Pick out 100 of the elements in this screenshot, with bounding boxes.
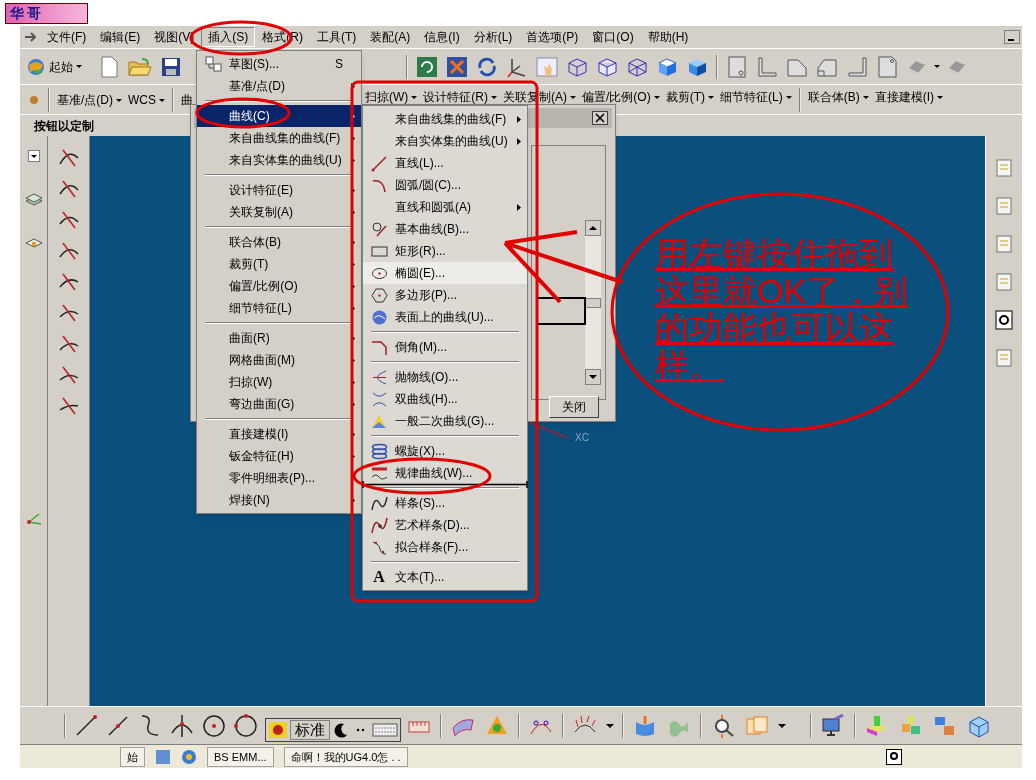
menu-item[interactable]: 直线和圆弧(A) (363, 196, 527, 218)
close-button[interactable]: 关闭 (549, 396, 599, 418)
menu-bar-item[interactable]: 窗口(O) (585, 27, 641, 47)
menu-item[interactable]: 直线(L)... (363, 152, 527, 174)
menu-item[interactable]: 拟合样条(F)... (363, 536, 527, 558)
menu-item[interactable]: 规律曲线(W)... (363, 462, 527, 484)
new-file-icon[interactable] (99, 55, 119, 78)
menu-item[interactable]: 双曲线(H)... (363, 388, 527, 410)
toolbar-menu-button[interactable]: 设计特征(R) (420, 88, 500, 106)
menu-item[interactable]: 艺术样条(D)... (363, 514, 527, 536)
menu-item[interactable]: 一般二次曲线(G)... (363, 410, 527, 432)
toolbar-menu-button[interactable]: 细节特征(L) (717, 88, 795, 106)
menu-item[interactable]: 草图(S)... S (197, 53, 361, 75)
scroll-thumb[interactable] (585, 297, 601, 308)
menu-item[interactable]: 弯边曲面(G) (197, 393, 361, 415)
refresh-icon[interactable] (416, 55, 438, 78)
close-icon[interactable] (592, 111, 608, 125)
save-icon[interactable] (161, 56, 181, 77)
help-icon[interactable] (995, 310, 1013, 330)
app-icon[interactable] (155, 748, 171, 765)
minimize-button[interactable] (1004, 30, 1020, 44)
menu-item[interactable]: 来自曲线集的曲线(F) (363, 108, 527, 130)
dropdown-caret-icon[interactable] (934, 65, 940, 68)
toolbar-menu-button[interactable]: 联合体(B) (804, 88, 872, 106)
menu-item[interactable]: 扫掠(W) (197, 371, 361, 393)
layers-icon[interactable] (24, 192, 43, 206)
menu-item[interactable]: 样条(S)... (363, 492, 527, 514)
menu-item[interactable]: 圆弧/圆(C)... (363, 174, 527, 196)
taskbar-button[interactable]: 命啊！我的UG4.0怎 . . (283, 746, 408, 767)
menu-bar-item[interactable]: 帮助(H) (640, 27, 696, 47)
menu-item[interactable]: 表面上的曲线(U)... (363, 306, 527, 328)
menu-item[interactable]: 裁剪(T) (197, 253, 361, 275)
menu-bar-item[interactable]: 编辑(E) (93, 27, 148, 47)
menu-item[interactable]: 直接建模(I) (197, 423, 361, 445)
ime-mode-button[interactable]: 标准 (290, 720, 330, 740)
coordinate-icon[interactable] (24, 510, 43, 526)
dropdown-caret-icon[interactable] (606, 723, 614, 728)
toolbar-menu-button[interactable]: 偏置/比例(O) (579, 88, 663, 106)
menu-bar-item[interactable]: 文件(F) (40, 27, 94, 47)
menu-item[interactable]: A 文本(T)... (363, 566, 527, 588)
menu-item[interactable]: 螺旋(X)... (363, 440, 527, 462)
toolbar-menu-button[interactable]: 直接建模(I) (871, 88, 946, 106)
dropdown-caret-icon[interactable] (27, 150, 40, 162)
surface-curve-icon (370, 308, 388, 326)
app-icon[interactable] (181, 748, 197, 765)
menu-item[interactable]: 偏置/比例(O) (197, 275, 361, 297)
monitor-icon[interactable] (821, 713, 845, 738)
scroll-down-button[interactable] (585, 369, 601, 385)
spline-icon (370, 494, 388, 512)
scrollbar[interactable] (585, 220, 601, 385)
toolbar-menu-button[interactable]: 曲 (178, 91, 196, 109)
menu-bar-item[interactable]: 分析(L) (466, 27, 520, 47)
layers-icon[interactable] (24, 236, 43, 250)
toolbar-menu-button[interactable]: 裁剪(T) (662, 88, 717, 106)
menu-item[interactable]: 倒角(M)... (363, 336, 527, 358)
rotate-icon[interactable] (476, 55, 498, 78)
menu-item[interactable]: 基本曲线(B)... (363, 218, 527, 240)
menu-item[interactable]: 多边形(P)... (363, 284, 527, 306)
menu-item[interactable]: 钣金特征(H) (197, 445, 361, 467)
start-button[interactable]: 起始 (24, 53, 84, 80)
menu-item[interactable]: 细节特征(L) (197, 297, 361, 319)
basic-curve-icon (370, 220, 388, 238)
ime-logo-icon[interactable] (268, 721, 288, 739)
menu-item[interactable]: 焊接(N) (197, 489, 361, 511)
help-icon[interactable] (886, 748, 902, 765)
menu-bar-item[interactable]: 装配(A) (363, 27, 418, 47)
menu-item[interactable]: 关联复制(A) (197, 201, 361, 223)
circle-icon[interactable] (234, 712, 258, 739)
line-icon (370, 154, 388, 172)
toolbar-menu-button[interactable]: 扫掠(W) (362, 88, 421, 106)
menu-item[interactable]: 椭圆(E)... (363, 262, 527, 284)
menu-bar-item[interactable]: 插入(S) (201, 27, 256, 47)
panel-icon[interactable] (726, 55, 748, 78)
taskbar-button[interactable]: 始 (120, 746, 145, 767)
menu-item[interactable]: 网格曲面(M) (197, 349, 361, 371)
fit-view-icon[interactable] (446, 55, 468, 78)
badge: 华哥 (5, 3, 88, 24)
circle-icon[interactable] (202, 712, 226, 739)
text-icon: A (373, 569, 385, 585)
menu-item[interactable]: 基准/点(D) (197, 75, 361, 97)
menu-bar-item[interactable]: 工具(T) (310, 27, 364, 47)
taskbar-button[interactable]: BS EMM... (207, 746, 274, 767)
menu-item[interactable]: 矩形(R)... (363, 240, 527, 262)
menu-bar-item[interactable]: 信息(I) (417, 27, 467, 47)
menu-item[interactable]: 曲面(R) (197, 327, 361, 349)
block-icon[interactable] (865, 713, 889, 738)
axis-label: XC (575, 431, 589, 445)
helix-icon (370, 442, 388, 460)
menu-bar-item[interactable]: 首选项(P) (519, 27, 586, 47)
toolbar-menu-button[interactable]: 基准/点(D) (54, 91, 125, 109)
menu-item[interactable]: 联合体(B) (197, 231, 361, 253)
menu-item[interactable]: 来自实体集的曲线(U) (197, 149, 361, 171)
dropdown-caret-icon[interactable] (778, 723, 786, 728)
menu-item[interactable]: 抛物线(O)... (363, 366, 527, 388)
toolbar-menu-button[interactable]: WCS (125, 91, 168, 109)
menu-item[interactable]: 零件明细表(P)... (197, 467, 361, 489)
globe-icon (26, 56, 46, 77)
menu-item[interactable]: 设计特征(E) (197, 179, 361, 201)
panel-icon[interactable] (876, 55, 898, 78)
scroll-up-button[interactable] (585, 220, 601, 236)
